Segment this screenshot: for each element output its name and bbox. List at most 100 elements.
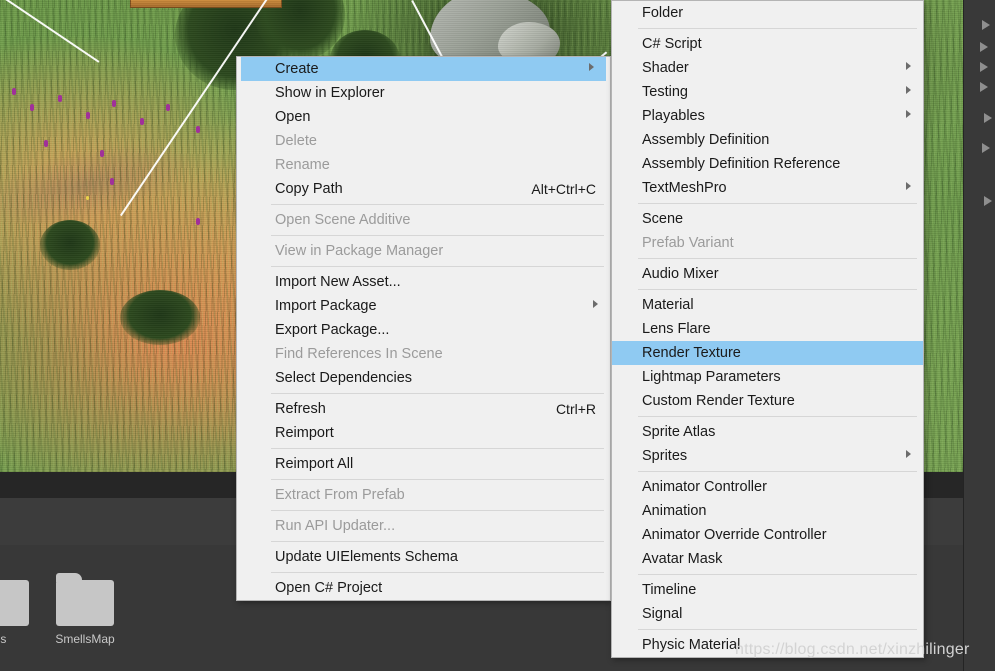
menu-item-label: Delete: [275, 133, 317, 149]
menu-item-label: Shader: [642, 60, 689, 76]
menu-item-run-api-updater: Run API Updater...: [237, 514, 610, 538]
menu-item-label: Playables: [642, 108, 705, 124]
menu-item-scene[interactable]: Scene: [612, 207, 923, 231]
menu-separator: [638, 289, 917, 290]
menu-item-label: Import New Asset...: [275, 274, 401, 290]
asset-folder[interactable]: SmellsMap: [55, 573, 115, 646]
menu-item-label: Run API Updater...: [275, 518, 396, 534]
menu-item-reimport[interactable]: Reimport: [237, 421, 610, 445]
chevron-right-icon[interactable]: [980, 42, 988, 52]
project-context-menu[interactable]: Create Show in Explorer Open Delete Rename Co…: [236, 56, 611, 601]
menu-item-playables[interactable]: Playables: [612, 104, 923, 128]
menu-item-open[interactable]: Open: [237, 105, 610, 129]
menu-item-render-texture[interactable]: Render Texture: [612, 341, 923, 365]
chevron-right-icon[interactable]: [980, 82, 988, 92]
flower: [110, 178, 114, 185]
menu-item-label: Copy Path: [275, 181, 343, 197]
menu-item-timeline[interactable]: Timeline: [612, 578, 923, 602]
chevron-right-icon: [589, 63, 594, 71]
menu-item-label: Reimport All: [275, 456, 354, 472]
chevron-right-icon[interactable]: [984, 113, 992, 123]
menu-item-export-package[interactable]: Export Package...: [237, 318, 610, 342]
menu-item-label: Export Package...: [275, 322, 390, 338]
menu-item-label: Find References In Scene: [275, 346, 443, 362]
flower: [12, 88, 16, 95]
chevron-right-icon[interactable]: [982, 143, 990, 153]
menu-item-avatar-mask[interactable]: Avatar Mask: [612, 547, 923, 571]
menu-item-view-in-package-manager: View in Package Manager: [237, 239, 610, 263]
menu-separator: [638, 28, 917, 29]
menu-item-sprites[interactable]: Sprites: [612, 444, 923, 468]
menu-item-refresh[interactable]: Refresh Ctrl+R: [237, 397, 610, 421]
chevron-right-icon: [906, 62, 911, 70]
menu-item-signal[interactable]: Signal: [612, 602, 923, 626]
asset-folder[interactable]: es: [0, 580, 30, 646]
menu-separator: [271, 266, 604, 267]
menu-item-testing[interactable]: Testing: [612, 80, 923, 104]
unity-editor-screenshot: es SmellsMap Create Show in Explorer Open D…: [0, 0, 995, 671]
menu-item-copy-path[interactable]: Copy Path Alt+Ctrl+C: [237, 177, 610, 201]
chevron-right-icon: [906, 110, 911, 118]
menu-item-import-package[interactable]: Import Package: [237, 294, 610, 318]
menu-item-label: Extract From Prefab: [275, 487, 405, 503]
menu-separator: [638, 416, 917, 417]
menu-item-label: Scene: [642, 211, 684, 227]
menu-item-label: Open C# Project: [275, 580, 383, 596]
menu-item-physic-material[interactable]: Physic Material: [612, 633, 923, 657]
chevron-right-icon[interactable]: [980, 62, 988, 72]
menu-item-sprite-atlas[interactable]: Sprite Atlas: [612, 420, 923, 444]
menu-item-label: Sprite Atlas: [642, 424, 716, 440]
menu-separator: [638, 574, 917, 575]
menu-item-custom-render-texture[interactable]: Custom Render Texture: [612, 389, 923, 413]
menu-item-assembly-definition-reference[interactable]: Assembly Definition Reference: [612, 152, 923, 176]
menu-item-c-script[interactable]: C# Script: [612, 32, 923, 56]
create-submenu[interactable]: Folder C# Script Shader Testing Playables Ass…: [611, 0, 924, 658]
menu-item-animation[interactable]: Animation: [612, 499, 923, 523]
menu-item-folder[interactable]: Folder: [612, 1, 923, 25]
menu-item-label: Refresh: [275, 401, 326, 417]
menu-item-open-c-project[interactable]: Open C# Project: [237, 576, 610, 600]
chevron-right-icon[interactable]: [984, 196, 992, 206]
menu-item-textmeshpro[interactable]: TextMeshPro: [612, 176, 923, 200]
menu-separator: [271, 235, 604, 236]
menu-item-import-new-asset[interactable]: Import New Asset...: [237, 270, 610, 294]
flower: [196, 218, 200, 225]
menu-item-label: Testing: [642, 84, 688, 100]
menu-item-open-scene-additive: Open Scene Additive: [237, 208, 610, 232]
menu-item-assembly-definition[interactable]: Assembly Definition: [612, 128, 923, 152]
menu-item-label: Folder: [642, 5, 684, 21]
menu-separator: [271, 448, 604, 449]
menu-item-material[interactable]: Material: [612, 293, 923, 317]
menu-item-create[interactable]: Create: [241, 57, 606, 81]
menu-item-label: Timeline: [642, 582, 697, 598]
flower: [100, 150, 104, 157]
menu-item-show-in-explorer[interactable]: Show in Explorer: [237, 81, 610, 105]
menu-item-shader[interactable]: Shader: [612, 56, 923, 80]
folder-icon: [0, 580, 29, 626]
menu-separator: [271, 393, 604, 394]
asset-folder-label: es: [0, 632, 7, 646]
menu-item-update-uielements-schema[interactable]: Update UIElements Schema: [237, 545, 610, 569]
menu-item-animator-override-controller[interactable]: Animator Override Controller: [612, 523, 923, 547]
menu-item-extract-from-prefab: Extract From Prefab: [237, 483, 610, 507]
menu-item-animator-controller[interactable]: Animator Controller: [612, 475, 923, 499]
menu-item-label: Sprites: [642, 448, 688, 464]
menu-item-audio-mixer[interactable]: Audio Mixer: [612, 262, 923, 286]
menu-item-reimport-all[interactable]: Reimport All: [237, 452, 610, 476]
menu-item-select-dependencies[interactable]: Select Dependencies: [237, 366, 610, 390]
menu-separator: [638, 203, 917, 204]
asset-folder-label: SmellsMap: [55, 632, 115, 646]
hierarchy-panel[interactable]: [963, 0, 995, 671]
menu-item-lens-flare[interactable]: Lens Flare: [612, 317, 923, 341]
menu-item-label: Animator Override Controller: [642, 527, 827, 543]
menu-item-label: Animator Controller: [642, 479, 767, 495]
menu-item-label: Show in Explorer: [275, 85, 385, 101]
menu-item-label: Import Package: [275, 298, 377, 314]
menu-item-label: Open: [275, 109, 311, 125]
menu-item-lightmap-parameters[interactable]: Lightmap Parameters: [612, 365, 923, 389]
menu-item-label: Avatar Mask: [642, 551, 723, 567]
menu-item-label: Signal: [642, 606, 683, 622]
chevron-right-icon[interactable]: [982, 20, 990, 30]
menu-item-label: Assembly Definition: [642, 132, 770, 148]
menu-item-label: Lens Flare: [642, 321, 711, 337]
